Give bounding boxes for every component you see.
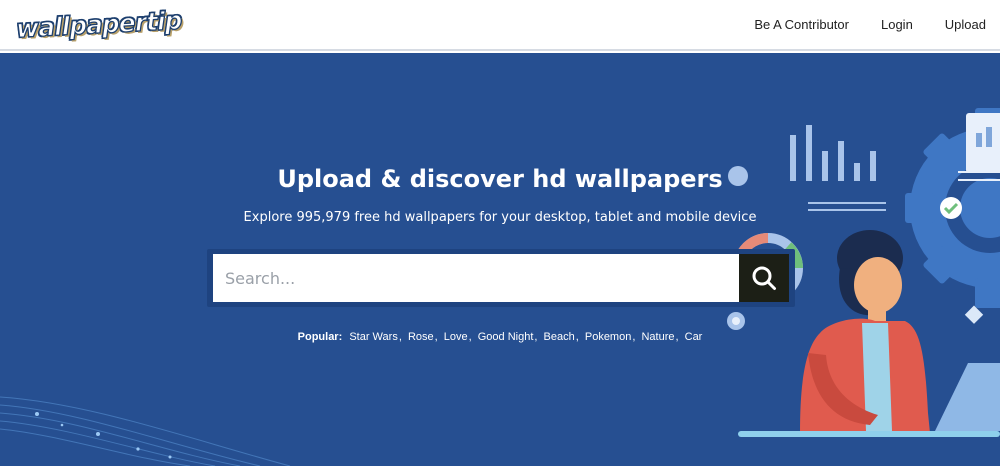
search-input[interactable] (213, 254, 739, 302)
popular-tag-nature[interactable]: Nature (641, 331, 674, 343)
nav-upload[interactable]: Upload (945, 17, 986, 32)
hero-section: Upload & discover hd wallpapers Explore … (0, 53, 1000, 466)
popular-tag-beach[interactable]: Beach (544, 331, 575, 343)
hero-title: Upload & discover hd wallpapers (277, 165, 723, 193)
popular-tag-star-wars[interactable]: Star Wars (349, 331, 398, 343)
top-nav: Be A Contributor Login Upload (722, 17, 986, 32)
diamond-decoration (964, 305, 984, 324)
wave-lines-decoration (0, 396, 291, 466)
popular-label: Popular: (297, 331, 343, 343)
search-icon (752, 266, 776, 290)
hero-subtitle: Explore 995,979 free hd wallpapers for y… (243, 210, 757, 225)
popular-tag-love[interactable]: Love (444, 331, 468, 343)
site-logo[interactable]: wallpapertip (15, 5, 183, 44)
popular-tag-car[interactable]: Car (685, 331, 703, 343)
nav-login[interactable]: Login (881, 17, 913, 32)
popular-tag-rose[interactable]: Rose (408, 331, 434, 343)
popular-tag-good-night[interactable]: Good Night (478, 331, 534, 343)
search-bar (207, 249, 795, 307)
popular-tags: Popular: Star Wars, Rose, Love, Good Nig… (297, 331, 703, 343)
site-header: wallpapertip Be A Contributor Login Uplo… (0, 0, 1000, 51)
popular-tag-pokemon[interactable]: Pokemon (585, 331, 631, 343)
search-button[interactable] (739, 254, 789, 302)
nav-be-a-contributor[interactable]: Be A Contributor (754, 17, 849, 32)
